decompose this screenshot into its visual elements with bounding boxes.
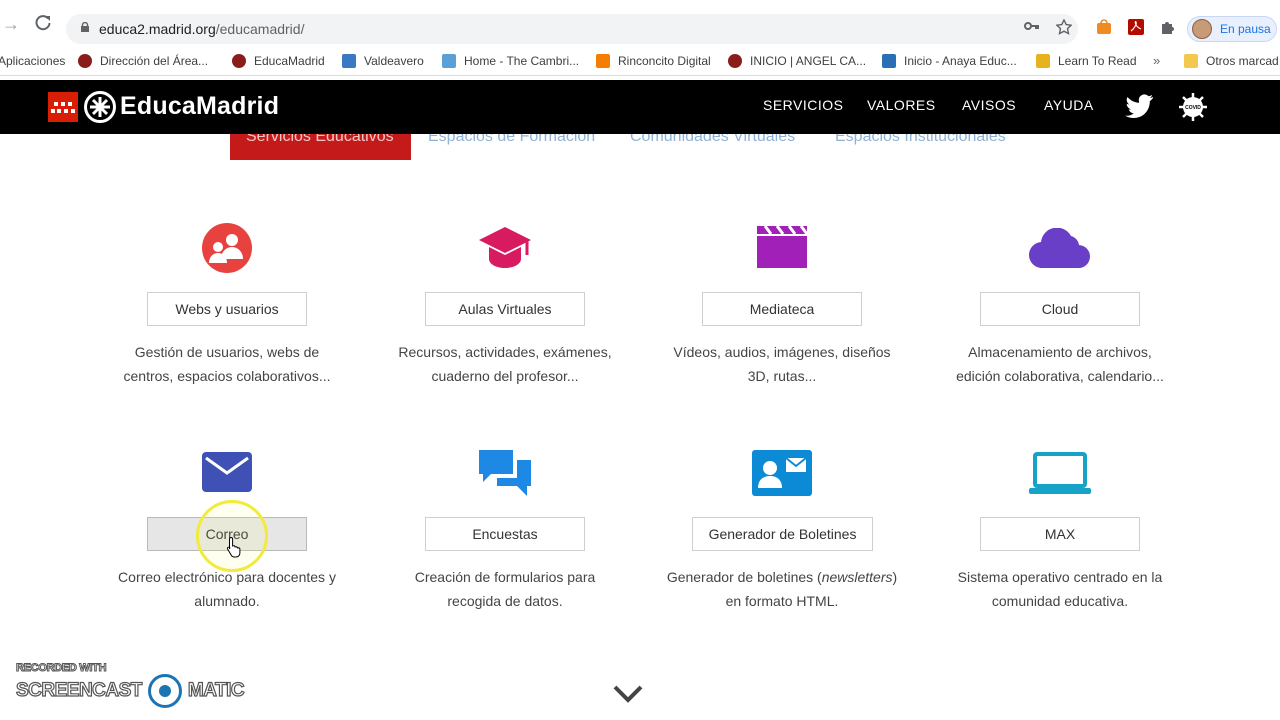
service-button-encuestas[interactable]: Encuestas [425, 517, 585, 551]
covid-virus-icon[interactable]: COVID [1178, 92, 1208, 122]
key-icon[interactable] [1024, 20, 1040, 32]
bookmark-item[interactable]: Learn To Read [1036, 54, 1137, 68]
bookmark-favicon [78, 54, 92, 68]
service-description: Generador de boletines (newsletters) en f… [666, 569, 898, 609]
lock-icon [81, 22, 89, 32]
users-icon[interactable] [202, 223, 252, 273]
tab-espacios-institucionales[interactable]: Espacios Institucionales [819, 134, 1022, 160]
svg-text:COVID: COVID [1185, 105, 1201, 111]
bookmark-item[interactable]: Home - The Cambri... [442, 54, 579, 68]
service-description: Recursos, actividades, exámenes, cuaderno… [398, 344, 612, 384]
nav-avisos[interactable]: AVISOS [962, 97, 1016, 113]
star-icon[interactable] [1056, 19, 1072, 35]
service-button-max[interactable]: MAX [980, 517, 1140, 551]
service-description: Vídeos, audios, imágenes, diseños 3D, rut… [673, 344, 891, 384]
blogger-icon [596, 54, 610, 68]
twitter-icon[interactable] [1124, 94, 1154, 120]
url-text[interactable]: educa2.madrid.org/educamadrid/ [99, 21, 304, 37]
bookmarks-overflow-icon[interactable]: » [1153, 53, 1160, 68]
cloud-icon[interactable] [1029, 228, 1091, 268]
graduation-cap-icon[interactable] [477, 225, 533, 271]
bookmark-favicon [232, 54, 246, 68]
service-button-cloud[interactable]: Cloud [980, 292, 1140, 326]
extensions-puzzle-icon[interactable] [1160, 19, 1176, 35]
bookmark-item[interactable]: Dirección del Área... [78, 54, 208, 68]
clapperboard-icon[interactable] [757, 226, 807, 268]
reload-icon[interactable] [34, 14, 52, 32]
screencast-logo-icon [147, 674, 182, 708]
nav-ayuda[interactable]: AYUDA [1044, 97, 1094, 113]
chat-bubbles-icon[interactable] [479, 448, 531, 496]
tab-espacios-formacion[interactable]: Espacios de Formación [412, 134, 611, 160]
contact-card-icon[interactable] [752, 450, 812, 496]
service-description: Gestión de usuarios, webs de centros, esp… [123, 344, 331, 384]
educamadrid-logo-icon[interactable] [84, 91, 116, 123]
bookmarks-bar: Aplicaciones Dirección del Área... Educa… [0, 46, 1280, 76]
service-button-aulas-virtuales[interactable]: Aulas Virtuales [425, 292, 585, 326]
nav-valores[interactable]: VALORES [867, 97, 936, 113]
tab-comunidades-virtuales[interactable]: Comunidades Virtuales [614, 134, 811, 160]
shopping-bag-icon[interactable] [1096, 19, 1112, 35]
browser-toolbar: → educa2.madrid.org/educamadrid/ En paus… [0, 0, 1280, 46]
hand-pointer-icon [226, 536, 241, 558]
bookmark-item[interactable]: Valdeavero [342, 54, 424, 68]
bookmark-item[interactable]: Inicio - Anaya Educ... [882, 54, 1017, 68]
bookmark-favicon [342, 54, 356, 68]
profile-status: En pausa [1220, 22, 1271, 36]
nav-servicios[interactable]: SERVICIOS [763, 97, 844, 113]
bookmark-item[interactable]: Rinconcito Digital [596, 54, 711, 68]
madrid-flag-logo[interactable] [48, 92, 78, 122]
service-description: Almacenamiento de archivos, edición colab… [956, 344, 1164, 384]
service-button-mediateca[interactable]: Mediateca [702, 292, 862, 326]
bookmark-favicon [1036, 54, 1050, 68]
bookmark-other-folder[interactable]: Otros marcad [1184, 54, 1279, 68]
bookmark-apps[interactable]: Aplicaciones [0, 54, 65, 68]
folder-icon [1184, 54, 1198, 68]
profile-button[interactable]: En pausa [1187, 16, 1277, 42]
service-description: Correo electrónico para docentes y alumna… [118, 569, 336, 609]
bookmark-favicon [442, 54, 456, 68]
bookmark-favicon [882, 54, 896, 68]
service-button-generador-boletines[interactable]: Generador de Boletines [692, 517, 873, 551]
bookmark-item[interactable]: EducaMadrid [232, 54, 325, 68]
avatar [1192, 19, 1212, 39]
laptop-icon[interactable] [1029, 452, 1091, 494]
pdf-icon[interactable] [1128, 19, 1144, 35]
envelope-icon[interactable] [202, 452, 252, 492]
service-description: Creación de formularios para recogida de … [414, 569, 596, 609]
service-description: Sistema operativo centrado en la comunida… [957, 569, 1163, 609]
section-tabs: Servicios Educativos Espacios de Formaci… [0, 134, 1280, 160]
bookmark-item[interactable]: INICIO | ANGEL CA... [728, 54, 866, 68]
screencast-watermark: RECORDED WITH SCREENCAST MATIC [15, 662, 245, 708]
site-logo-text[interactable]: EducaMadrid [120, 92, 279, 121]
forward-arrow-icon[interactable]: → [2, 14, 20, 35]
chevron-down-icon[interactable] [612, 683, 644, 705]
service-button-webs-usuarios[interactable]: Webs y usuarios [147, 292, 307, 326]
bookmark-favicon [728, 54, 742, 68]
tab-servicios-educativos[interactable]: Servicios Educativos [230, 134, 411, 160]
